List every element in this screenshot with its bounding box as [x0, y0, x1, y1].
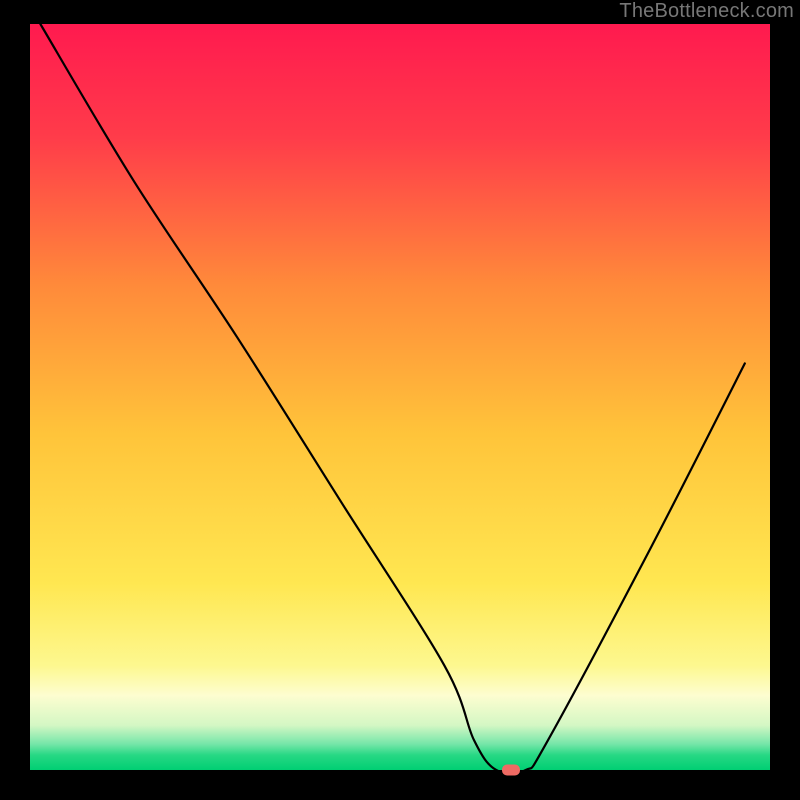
watermark-text: TheBottleneck.com: [619, 0, 794, 23]
minimum-marker: [502, 765, 520, 776]
chart-stage: TheBottleneck.com: [0, 0, 800, 800]
plot-background: [30, 24, 770, 770]
bottleneck-chart: [0, 0, 800, 800]
